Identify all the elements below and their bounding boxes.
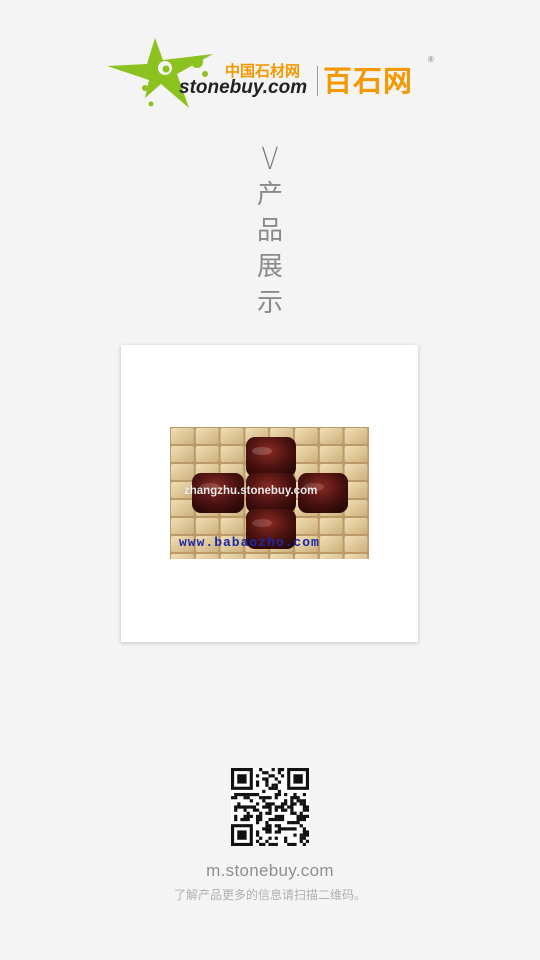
- site-url[interactable]: m.stonebuy.com: [0, 861, 540, 881]
- product-image[interactable]: zhangzhu.stonebuy.com www.babaozho.com: [170, 427, 369, 559]
- logo-brand-name: 百石网: [323, 64, 414, 98]
- logo-domain-text: stonebuy.com: [179, 77, 308, 98]
- qr-code-icon: [231, 768, 309, 846]
- section-title-char: 产: [256, 180, 283, 210]
- section-title-char: 品: [256, 216, 283, 246]
- registered-mark: ®: [428, 55, 434, 64]
- section-title-letter: V: [261, 142, 279, 177]
- site-logo[interactable]: 中国石材网 stonebuy.com 百石网 ®: [105, 34, 440, 112]
- image-watermark: zhangzhu.stonebuy.com: [184, 485, 318, 497]
- section-title: V 产 品 展 示: [250, 143, 290, 321]
- scan-hint: 了解产品更多的信息请扫描二维码。: [173, 888, 366, 902]
- product-card[interactable]: zhangzhu.stonebuy.com www.babaozho.com: [121, 345, 418, 642]
- section-title-char: 示: [256, 288, 283, 318]
- green-star-splash-icon: [107, 38, 213, 108]
- section-title-char: 展: [256, 252, 283, 282]
- logo-divider: [317, 66, 318, 96]
- image-watermark: www.babaozho.com: [179, 535, 320, 550]
